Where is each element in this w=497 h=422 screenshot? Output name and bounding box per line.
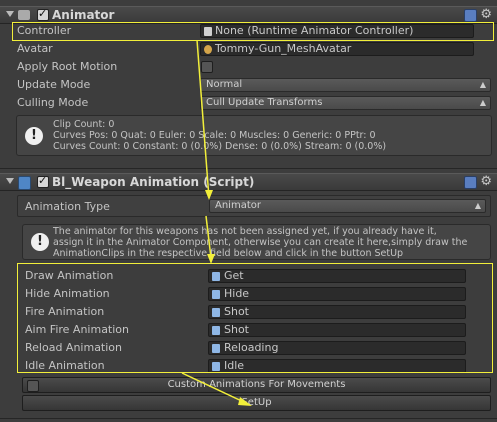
avatar-value: Tommy-Gun_MeshAvatar: [215, 42, 352, 55]
animator-info-box: ! Clip Count: 0 Curves Pos: 0 Quat: 0 Eu…: [16, 115, 492, 156]
animator-title: Animator: [52, 8, 115, 22]
apply-root-motion-label: Apply Root Motion: [17, 60, 118, 73]
avatar-label: Avatar: [17, 42, 53, 55]
apply-root-motion-checkbox[interactable]: [201, 61, 213, 73]
help-book-icon[interactable]: [464, 9, 477, 22]
script-help-box: ! The animator for this weapons has not …: [22, 224, 491, 260]
info-line: Clip Count: 0: [53, 119, 115, 130]
culling-mode-value: Cull Update Transforms: [206, 97, 323, 108]
custom-animations-toggle-button[interactable]: Custom Animations For Movements: [22, 377, 491, 393]
foldout-arrow-icon[interactable]: [6, 11, 14, 17]
animation-type-value: Animator: [215, 200, 261, 211]
custom-animations-label: Custom Animations For Movements: [167, 379, 346, 390]
help-book-icon[interactable]: [464, 176, 477, 189]
culling-mode-label: Culling Mode: [17, 96, 89, 109]
update-mode-value: Normal: [206, 79, 243, 90]
dropdown-arrow-icon: ▲: [474, 201, 481, 210]
warning-icon: !: [31, 233, 49, 251]
info-line: Curves Count: 0 Constant: 0 (0.0%) Dense…: [53, 141, 387, 152]
update-mode-dropdown[interactable]: Normal ▲: [200, 78, 491, 92]
bottom-separator: [0, 418, 497, 419]
animator-component-icon: [18, 10, 30, 20]
avatar-icon: [204, 45, 212, 54]
animation-clips-highlight: [17, 263, 493, 373]
dropdown-arrow-icon: ▲: [479, 80, 486, 89]
gear-icon[interactable]: ⚙: [480, 174, 492, 189]
update-mode-label: Update Mode: [17, 78, 91, 91]
help-line: The animator for this weapons has not be…: [53, 226, 437, 237]
gear-icon[interactable]: ⚙: [480, 7, 492, 22]
component-separator: [0, 168, 497, 169]
animation-type-label: Animation Type: [25, 200, 110, 213]
script-enabled-checkbox[interactable]: [37, 174, 49, 188]
setup-label: SetUp: [241, 397, 272, 408]
animator-enabled-checkbox[interactable]: [37, 7, 49, 21]
dropdown-arrow-icon: ▲: [479, 98, 486, 107]
script-header[interactable]: Bl_Weapon Animation (Script) ⚙: [0, 173, 497, 191]
info-line: Curves Pos: 0 Quat: 0 Euler: 0 Scale: 0 …: [53, 130, 376, 141]
foldout-arrow-icon[interactable]: [6, 178, 14, 184]
script-icon: [18, 176, 31, 190]
animation-type-dropdown[interactable]: Animator ▲: [209, 199, 486, 213]
script-title: Bl_Weapon Animation (Script): [52, 175, 255, 189]
help-line: assign it in the Animator Component, oth…: [53, 237, 468, 248]
setup-button[interactable]: SetUp: [22, 395, 491, 411]
info-icon: !: [25, 127, 43, 145]
culling-mode-dropdown[interactable]: Cull Update Transforms ▲: [200, 96, 491, 110]
custom-animations-checkbox[interactable]: [27, 380, 39, 392]
controller-highlight: [12, 22, 494, 41]
help-line: AnimationClips in the respective field b…: [53, 248, 404, 259]
avatar-field[interactable]: Tommy-Gun_MeshAvatar: [200, 42, 474, 56]
